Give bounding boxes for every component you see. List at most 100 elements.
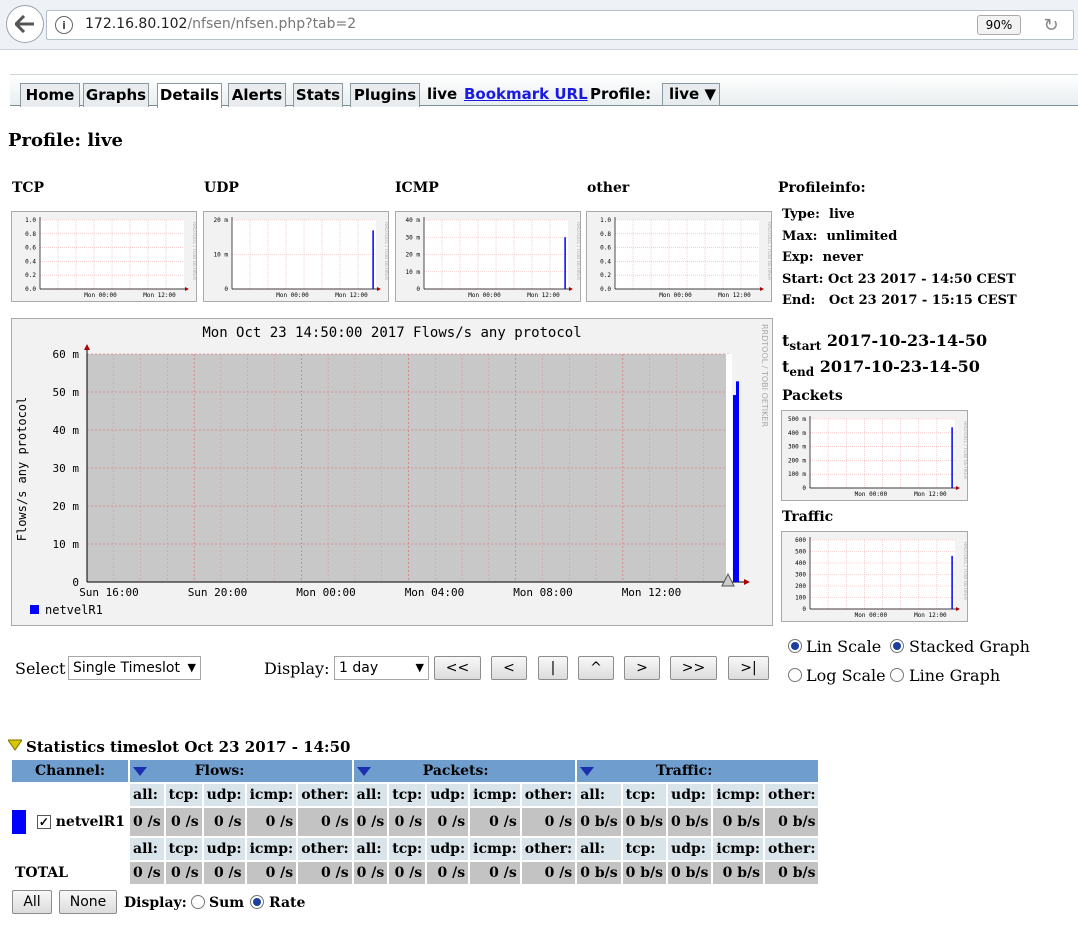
total-traffic-all: 0 b/s xyxy=(577,862,621,884)
y-tick-label: 10 m xyxy=(53,538,80,551)
table-row: ✓ netvelR1 0 /s 0 /s 0 /s 0 /s 0 /s 0 /s 0 /s… xyxy=(12,808,819,836)
sub-icmp: icmp: xyxy=(713,838,764,860)
total-row: TOTAL 0 /s 0 /s 0 /s 0 /s 0 /s 0 /s 0 /s 0 /s 0… xyxy=(12,862,819,884)
total-flow-icmp: 0 /s xyxy=(246,862,297,884)
main-flows-graph[interactable]: Mon Oct 23 14:50:00 2017 Flows/s any pro… xyxy=(11,318,773,626)
line-graph-radio[interactable] xyxy=(890,668,904,682)
empty-cell xyxy=(12,838,129,860)
reload-icon[interactable]: ↻ xyxy=(1039,13,1063,37)
back-button[interactable] xyxy=(6,5,44,43)
y-tick-label: 10 m xyxy=(406,269,421,276)
y-tick-label: 100 m xyxy=(788,471,806,478)
traffic-sort-icon[interactable] xyxy=(580,766,595,776)
profileinfo-list: Type: live Max: unlimited Exp: never Sta… xyxy=(782,207,1017,315)
packets-header-label: Packets: xyxy=(422,763,489,779)
y-tick-label: 500 m xyxy=(788,416,806,423)
nav-bar: Home Graphs Details Alerts Stats Plugins… xyxy=(10,74,1078,108)
y-tick-label: 0.2 xyxy=(600,272,611,279)
y-tick-label: 60 m xyxy=(53,348,80,361)
type-value: live xyxy=(829,207,855,222)
url-text: 172.16.80.102/nfsen/nfsen.php?tab=2 xyxy=(85,16,356,32)
exp-key: Exp: xyxy=(782,250,814,265)
sync-button[interactable]: | xyxy=(538,656,568,680)
up-button[interactable]: ^ xyxy=(578,656,614,680)
x-tick-label: Mon 12:00 xyxy=(527,292,560,299)
total-flow-tcp: 0 /s xyxy=(165,862,202,884)
next-button[interactable]: > xyxy=(624,656,660,680)
sub-icmp: icmp: xyxy=(470,784,520,806)
tab-stats[interactable]: Stats xyxy=(293,83,343,107)
address-bar[interactable]: i 172.16.80.102/nfsen/nfsen.php?tab=2 90… xyxy=(46,10,1074,40)
lin-scale-radio[interactable] xyxy=(788,639,802,653)
subheader-row: all: tcp: udp: icmp: other: all: tcp: udp: icmp… xyxy=(12,838,819,860)
axis-arrow xyxy=(84,344,90,350)
stacked-graph-radio[interactable] xyxy=(890,639,904,653)
watermark: RRDTOOL / TOBI OETIKER xyxy=(383,222,389,280)
axis-arrow xyxy=(377,287,381,291)
tab-graphs[interactable]: Graphs xyxy=(83,83,149,107)
y-tick-label: 0.4 xyxy=(600,258,611,265)
sub-all: all: xyxy=(130,784,164,806)
dropdown-arrow-icon: ▼ xyxy=(704,85,717,103)
y-tick-label: 400 xyxy=(795,560,806,567)
total-label: TOTAL xyxy=(12,862,129,884)
tab-home[interactable]: Home xyxy=(20,83,80,107)
sub-other: other: xyxy=(765,838,819,860)
channel-header: Channel: xyxy=(12,760,129,782)
packets-sort-icon[interactable] xyxy=(356,766,371,776)
sub-all: all: xyxy=(353,838,388,860)
y-tick-label: 600 xyxy=(795,537,806,544)
y-tick-label: 0.8 xyxy=(600,231,611,238)
forward-button[interactable]: >> xyxy=(670,656,717,680)
profile-select[interactable]: live ▼ xyxy=(662,83,720,106)
legend-swatch xyxy=(30,605,39,614)
graph-title-udp: UDP xyxy=(204,180,239,196)
prev-button[interactable]: < xyxy=(491,656,527,680)
sub-tcp: tcp: xyxy=(165,784,202,806)
tab-plugins[interactable]: Plugins xyxy=(350,83,420,107)
info-icon[interactable]: i xyxy=(55,16,73,34)
sum-radio[interactable] xyxy=(191,895,205,909)
flow-tcp: 0 /s xyxy=(165,808,202,836)
display-select[interactable]: 1 day ▼ xyxy=(334,656,429,680)
tab-details[interactable]: Details xyxy=(157,83,222,108)
timeslot-select[interactable]: Single Timeslot ▼ xyxy=(68,656,201,680)
all-button[interactable]: All xyxy=(12,890,52,914)
rate-radio[interactable] xyxy=(250,895,264,909)
packet-all: 0 /s xyxy=(353,808,388,836)
triangle-icon xyxy=(7,739,23,751)
total-traffic-tcp: 0 b/s xyxy=(622,862,667,884)
first-button[interactable]: << xyxy=(434,656,481,680)
sub-other: other: xyxy=(298,784,352,806)
packets-mini-graph[interactable]: 500 m 400 m 300 m 200 m 100 m 0 Mon 00:00 Mon 1… xyxy=(781,410,968,501)
live-label: live xyxy=(427,85,458,103)
none-button[interactable]: None xyxy=(59,890,117,914)
traffic-mini-graph[interactable]: 600 500 400 300 200 100 0 Mon 00:00 Mon 12:00 RRD… xyxy=(781,531,968,622)
collapse-triangle-icon[interactable] xyxy=(7,736,23,751)
flows-sort-icon[interactable] xyxy=(133,766,148,776)
y-tick-label: 0.8 xyxy=(25,231,36,238)
udp-mini-graph[interactable]: 20 m 10 m 0 Mon 00:00 Mon 12:00 RRDTOOL / TOB… xyxy=(203,211,389,302)
last-button[interactable]: >| xyxy=(728,656,769,680)
profile-label: Profile: xyxy=(590,85,652,103)
other-mini-graph[interactable]: 1.0 0.8 0.6 0.4 0.2 0.0 Mon 00:00 Mon 12:00 RRDT… xyxy=(586,211,772,302)
packet-udp: 0 /s xyxy=(427,808,469,836)
zoom-badge[interactable]: 90% xyxy=(977,15,1021,35)
sub-tcp: tcp: xyxy=(389,784,426,806)
traffic-all: 0 b/s xyxy=(577,808,621,836)
log-scale-label: Log Scale xyxy=(806,666,886,685)
tab-alerts[interactable]: Alerts xyxy=(228,83,286,107)
icmp-mini-graph[interactable]: 40 m 30 m 20 m 10 m 0 Mon 00:00 Mon 12:00 RRDTO… xyxy=(395,211,581,302)
axis-arrow xyxy=(956,607,960,611)
tend: tend 2017-10-23-14-50 xyxy=(782,357,980,380)
x-tick-label: Mon 00:00 xyxy=(84,292,117,299)
profileinfo-start: Start: Oct 23 2017 - 14:50 CEST xyxy=(782,272,1017,294)
channel-color-swatch xyxy=(12,810,26,834)
log-scale-radio[interactable] xyxy=(788,668,802,682)
total-flow-udp: 0 /s xyxy=(203,862,245,884)
tcp-mini-graph[interactable]: 1.0 0.8 0.6 0.4 0.2 0.0 Mon 00:00 Mon 12:00 RRDT… xyxy=(11,211,197,302)
bookmark-link[interactable]: Bookmark URL xyxy=(464,85,588,103)
sub-udp: udp: xyxy=(668,784,712,806)
total-packet-all: 0 /s xyxy=(353,862,388,884)
channel-checkbox[interactable]: ✓ xyxy=(36,815,51,829)
